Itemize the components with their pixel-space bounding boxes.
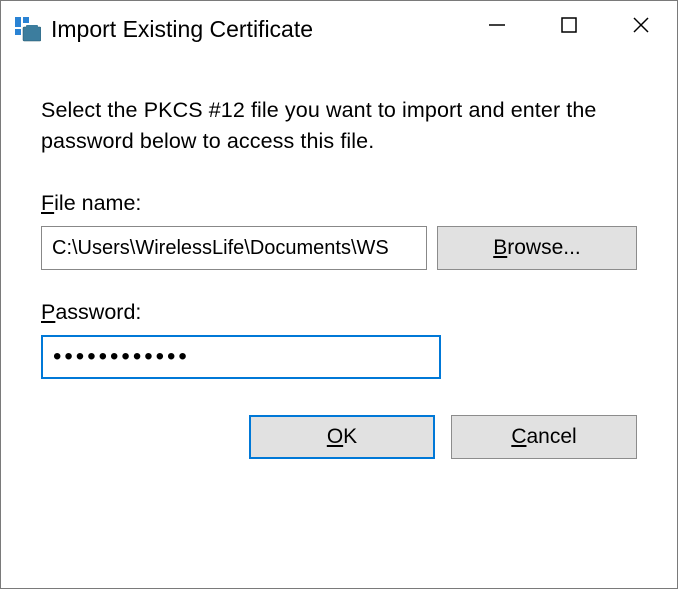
minimize-icon xyxy=(488,16,506,34)
app-icon xyxy=(13,15,41,43)
dialog-buttons: OK Cancel xyxy=(41,415,637,459)
window-controls xyxy=(461,1,677,57)
file-name-input[interactable] xyxy=(41,226,427,270)
password-label: Password: xyxy=(41,300,637,325)
close-button[interactable] xyxy=(605,1,677,49)
file-name-label: File name: xyxy=(41,191,637,216)
file-row: Browse... xyxy=(41,226,637,270)
close-icon xyxy=(631,15,651,35)
minimize-button[interactable] xyxy=(461,1,533,49)
dialog-window: Import Existing Certificate Select the P… xyxy=(0,0,678,589)
maximize-button[interactable] xyxy=(533,1,605,49)
titlebar: Import Existing Certificate xyxy=(1,1,677,57)
instruction-text: Select the PKCS #12 file you want to imp… xyxy=(41,95,637,157)
cancel-button[interactable]: Cancel xyxy=(451,415,637,459)
ok-button[interactable]: OK xyxy=(249,415,435,459)
browse-button[interactable]: Browse... xyxy=(437,226,637,270)
password-row xyxy=(41,335,637,379)
password-input[interactable] xyxy=(41,335,441,379)
maximize-icon xyxy=(560,16,578,34)
dialog-content: Select the PKCS #12 file you want to imp… xyxy=(1,57,677,588)
window-title: Import Existing Certificate xyxy=(51,16,461,43)
